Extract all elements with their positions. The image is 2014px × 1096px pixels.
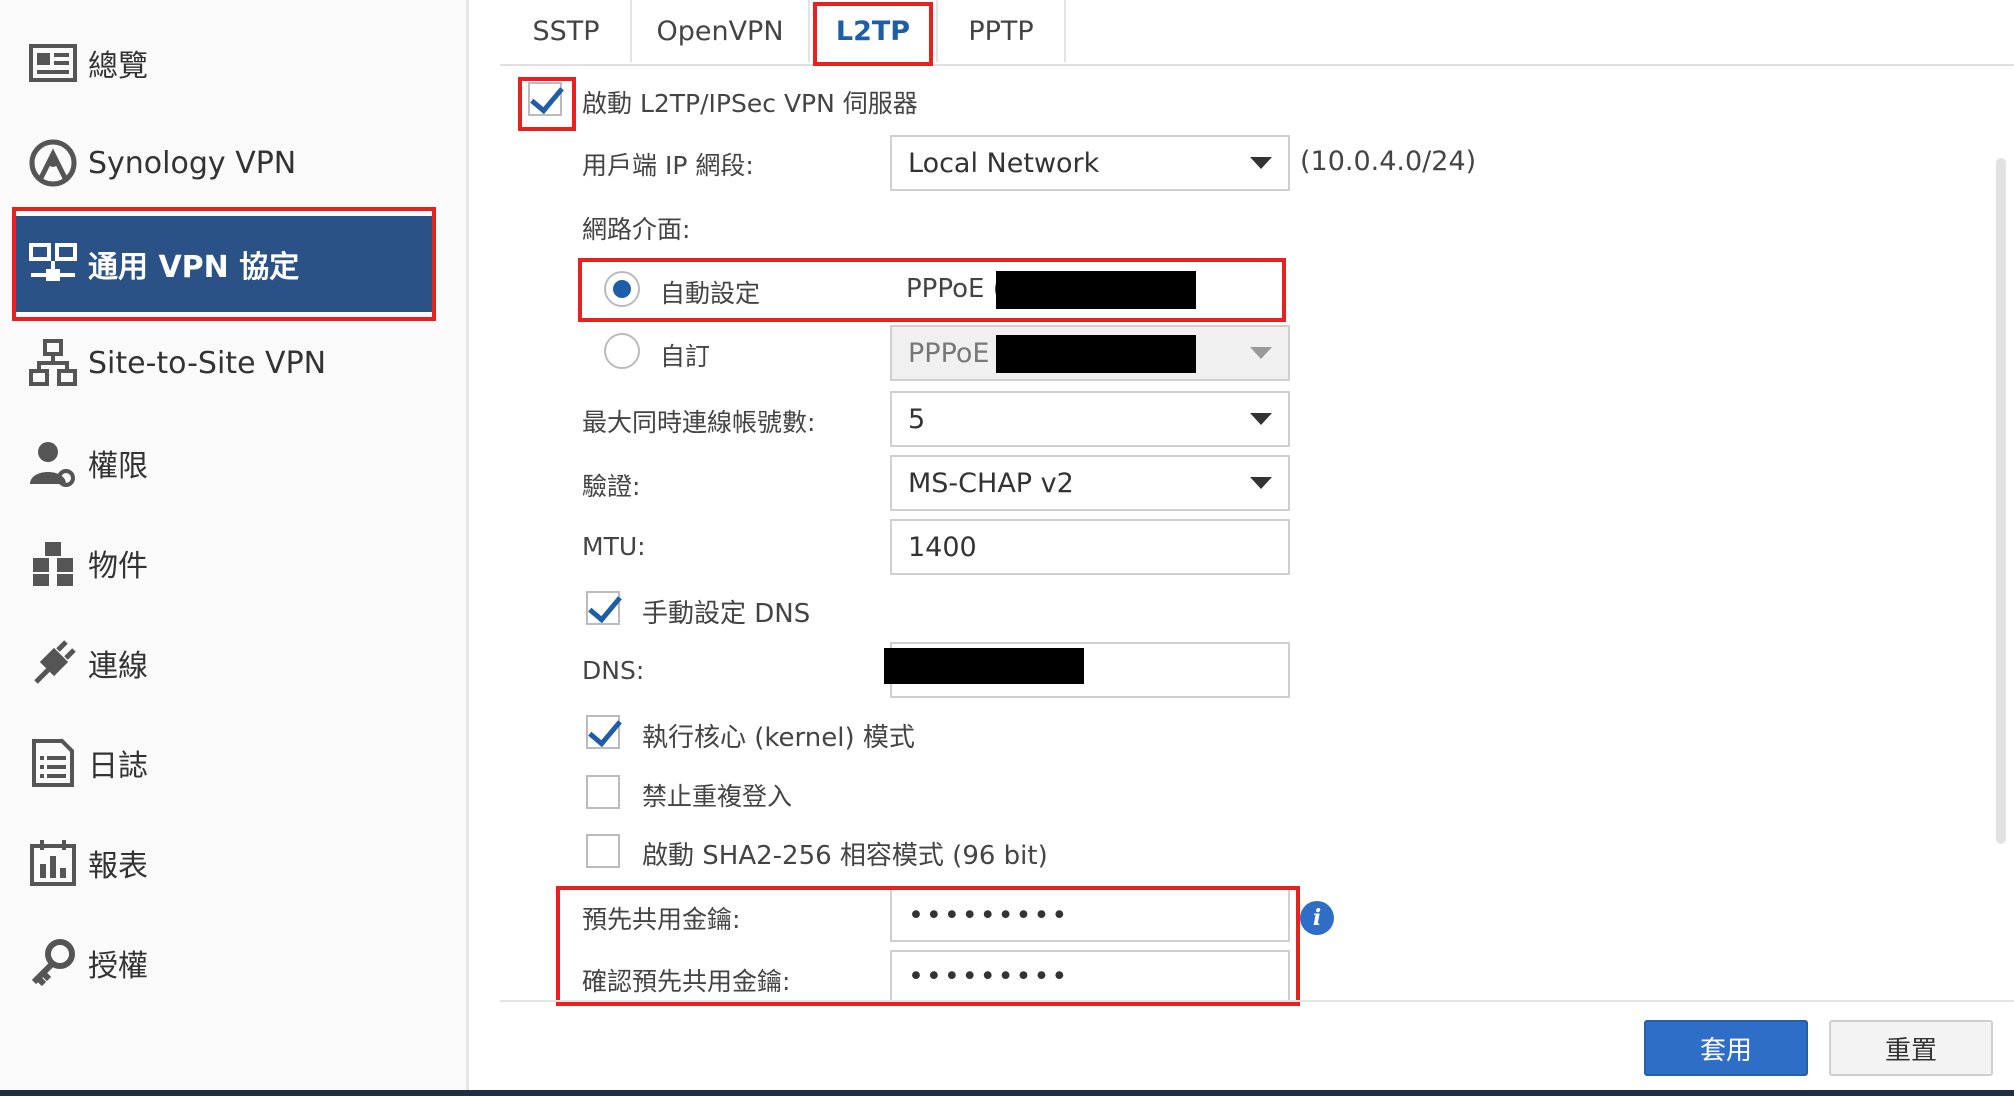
- sidebar-item-label: Synology VPN: [88, 145, 297, 181]
- auth-select[interactable]: MS-CHAP v2: [890, 455, 1290, 511]
- scrollbar[interactable]: [1996, 158, 2006, 844]
- sidebar-item-label: 連線: [88, 649, 148, 684]
- redaction-block: [996, 335, 1196, 373]
- client-ip-select[interactable]: Local Network: [890, 135, 1290, 191]
- manual-dns-label: 手動設定 DNS: [642, 599, 811, 629]
- mtu-value: 1400: [908, 531, 977, 563]
- apply-button[interactable]: 套用: [1644, 1020, 1808, 1076]
- no-dup-login-checkbox[interactable]: [586, 775, 620, 809]
- tab-pptp[interactable]: PPTP: [938, 0, 1066, 62]
- interface-manual-radio[interactable]: [604, 333, 640, 369]
- footer-divider: [500, 1000, 2014, 1002]
- synology-vpn-icon: [29, 139, 77, 187]
- taskbar-strip: [0, 1090, 2014, 1096]
- sidebar-item-label: 權限: [88, 449, 148, 484]
- sidebar-item-overview[interactable]: 總覽: [0, 18, 466, 108]
- sidebar-item-label: 日誌: [88, 749, 148, 784]
- sidebar-item-label: 授權: [88, 949, 148, 984]
- kernel-mode-label: 執行核心 (kernel) 模式: [642, 723, 915, 753]
- sidebar-item-label: Site-to-Site VPN: [88, 345, 327, 381]
- objects-cubes-icon: [33, 542, 73, 586]
- connection-plug-icon: [34, 640, 76, 684]
- mtu-input[interactable]: 1400: [890, 519, 1290, 575]
- interface-manual-label: 自訂: [660, 342, 711, 371]
- sidebar-item-log[interactable]: 日誌: [0, 718, 466, 808]
- chevron-down-icon: [1250, 413, 1272, 425]
- sidebar-item-label: 物件: [88, 549, 148, 584]
- sidebar-item-label: 報表: [88, 849, 148, 884]
- tab-sstp[interactable]: SSTP: [502, 0, 632, 62]
- chevron-down-icon: [1250, 477, 1272, 489]
- highlight-box-sidebar: [12, 207, 436, 321]
- license-key-icon: [31, 939, 75, 987]
- sidebar-item-synology-vpn[interactable]: Synology VPN: [0, 118, 466, 208]
- redaction-block: [884, 648, 1084, 684]
- manual-dns-checkbox[interactable]: [586, 591, 620, 625]
- client-ip-label: 用戶端 IP 網段:: [582, 151, 754, 180]
- sidebar-item-site-to-site[interactable]: Site-to-Site VPN: [0, 318, 466, 408]
- interface-label: 網路介面:: [582, 215, 691, 244]
- max-connections-select[interactable]: 5: [890, 391, 1290, 447]
- auth-label: 驗證:: [582, 472, 641, 501]
- interface-manual-value: PPPoE (: [908, 337, 1009, 369]
- log-document-icon: [32, 739, 74, 787]
- max-connections-label: 最大同時連線帳號數:: [582, 408, 816, 437]
- user-permission-icon: [30, 442, 75, 487]
- sha2-label: 啟動 SHA2-256 相容模式 (96 bit): [642, 841, 1048, 871]
- highlight-box-tab: [813, 2, 933, 66]
- dns-label: DNS:: [582, 656, 645, 685]
- chevron-down-icon: [1250, 157, 1272, 169]
- highlight-box-interface: [578, 258, 1286, 322]
- mtu-label: MTU:: [582, 532, 646, 561]
- sidebar: 總覽 Synology VPN 通用 VPN 協定 Site-to-Site V…: [0, 0, 469, 1090]
- sha2-checkbox[interactable]: [586, 834, 620, 868]
- sidebar-item-connection[interactable]: 連線: [0, 618, 466, 708]
- max-connections-value: 5: [908, 403, 926, 435]
- sidebar-item-permission[interactable]: 權限: [0, 418, 466, 508]
- site-to-site-icon: [29, 339, 77, 386]
- sidebar-item-label: 總覽: [88, 49, 148, 84]
- tab-openvpn[interactable]: OpenVPN: [632, 0, 810, 62]
- sidebar-item-objects[interactable]: 物件: [0, 518, 466, 608]
- no-dup-login-label: 禁止重複登入: [642, 782, 793, 811]
- client-ip-value: Local Network: [908, 147, 1100, 179]
- sidebar-item-license[interactable]: 授權: [0, 918, 466, 1008]
- kernel-mode-checkbox[interactable]: [586, 715, 620, 749]
- reset-button[interactable]: 重置: [1829, 1020, 1993, 1076]
- sidebar-item-report[interactable]: 報表: [0, 818, 466, 908]
- enable-server-label: 啟動 L2TP/IPSec VPN 伺服器: [582, 89, 918, 118]
- info-icon[interactable]: i: [1300, 901, 1334, 935]
- highlight-box-psk: [556, 886, 1300, 1006]
- auth-value: MS-CHAP v2: [908, 467, 1074, 499]
- overview-card-icon: [29, 44, 77, 82]
- tab-divider: [500, 64, 2014, 66]
- highlight-box-enable: [518, 77, 576, 131]
- client-ip-note: (10.0.4.0/24): [1300, 146, 1477, 177]
- report-chart-icon: [30, 840, 76, 886]
- chevron-down-icon: [1250, 347, 1272, 359]
